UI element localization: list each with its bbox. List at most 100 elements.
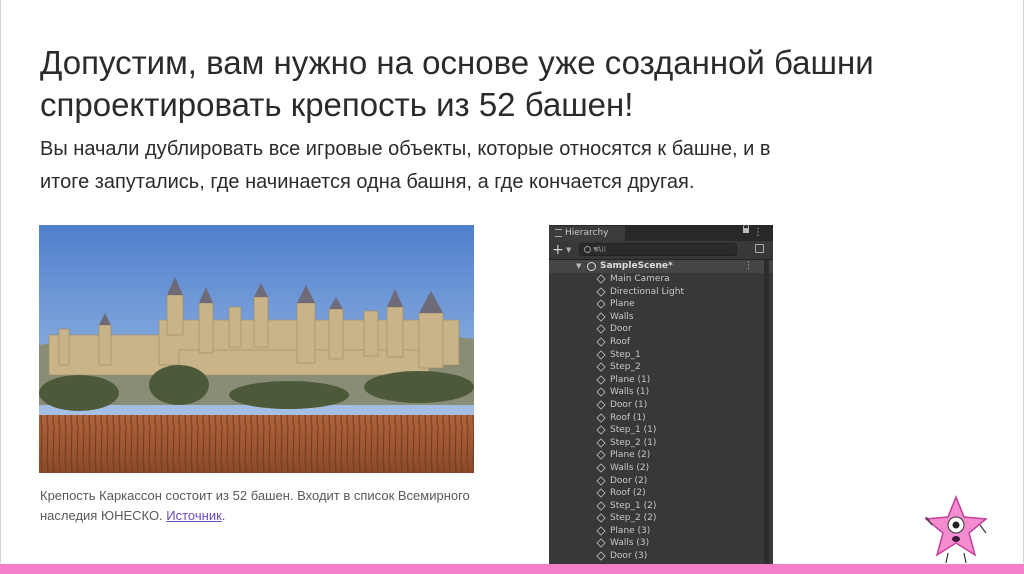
gameobject-cube-icon bbox=[596, 488, 606, 498]
hierarchy-item[interactable]: Step_2 (1) bbox=[549, 437, 773, 450]
fold-arrow-icon[interactable]: ▼ bbox=[576, 260, 581, 273]
gameobject-cube-icon bbox=[596, 299, 606, 309]
hierarchy-item[interactable]: Main Camera bbox=[549, 273, 773, 286]
hierarchy-item[interactable]: Step_1 (2) bbox=[549, 500, 773, 513]
hierarchy-item-label: Plane bbox=[610, 299, 635, 310]
slide-subtitle: Вы начали дублировать все игровые объект… bbox=[40, 138, 771, 193]
tab-hierarchy[interactable]: Hierarchy bbox=[549, 226, 625, 241]
bottom-accent-bar bbox=[0, 564, 1024, 574]
hierarchy-item-label: Step_2 (1) bbox=[610, 437, 657, 448]
hierarchy-item[interactable]: Step_1 bbox=[549, 349, 773, 362]
gameobject-cube-icon bbox=[596, 375, 606, 385]
caption-text: Крепость Каркассон состоит из 52 башен. … bbox=[40, 488, 470, 523]
hierarchy-item-label: Roof (1) bbox=[610, 412, 646, 423]
gameobject-cube-icon bbox=[596, 349, 606, 360]
search-input[interactable]: All bbox=[579, 243, 737, 256]
hierarchy-item[interactable]: Roof (1) bbox=[549, 412, 773, 425]
hierarchy-item-label: Walls bbox=[610, 311, 634, 322]
gameobject-cube-icon bbox=[596, 324, 606, 335]
hierarchy-item[interactable]: Roof (2) bbox=[549, 487, 773, 500]
hierarchy-item-label: Door (1) bbox=[610, 399, 648, 410]
chevron-down-icon[interactable]: ▼ bbox=[566, 244, 571, 256]
search-dropdown-icon[interactable]: ▼ bbox=[593, 246, 598, 254]
list-icon bbox=[555, 228, 562, 237]
star-mascot-icon bbox=[924, 495, 988, 564]
hierarchy-item[interactable]: Walls (1) bbox=[549, 386, 773, 399]
gameobject-cube-icon bbox=[596, 425, 606, 435]
hierarchy-item[interactable]: Step_2 (2) bbox=[549, 512, 773, 525]
gameobject-cube-icon bbox=[596, 501, 606, 511]
hierarchy-item-label: Plane (2) bbox=[610, 450, 651, 461]
hierarchy-item-label: Walls (3) bbox=[610, 538, 650, 549]
carcassonne-photo bbox=[39, 225, 474, 473]
scene-name: SampleScene* bbox=[600, 261, 673, 271]
hierarchy-item[interactable]: Plane bbox=[549, 298, 773, 311]
hierarchy-item[interactable]: Directional Light bbox=[549, 286, 773, 299]
scrollbar[interactable] bbox=[764, 260, 769, 574]
hierarchy-item-label: Walls (1) bbox=[610, 387, 650, 398]
gameobject-cube-icon bbox=[596, 286, 606, 297]
hierarchy-item-label: Main Camera bbox=[610, 274, 670, 284]
hierarchy-item-label: Step_1 bbox=[610, 349, 641, 360]
hierarchy-item[interactable]: Door (3) bbox=[549, 550, 773, 563]
hierarchy-item[interactable]: Roof bbox=[549, 336, 773, 349]
hierarchy-item-label: Walls (2) bbox=[610, 462, 650, 473]
hierarchy-item-label: Roof bbox=[610, 336, 631, 347]
kebab-menu-icon[interactable]: ⋮ bbox=[753, 226, 763, 240]
slide-border-left bbox=[0, 0, 1, 574]
scene-kebab-icon[interactable]: ⋮ bbox=[744, 260, 753, 273]
source-link[interactable]: Источник bbox=[166, 508, 222, 523]
hierarchy-item[interactable]: Walls (3) bbox=[549, 537, 773, 550]
gameobject-cube-icon bbox=[596, 438, 606, 448]
unity-scene-icon bbox=[587, 262, 596, 271]
hierarchy-item-label: Step_2 (2) bbox=[610, 513, 657, 524]
hierarchy-tab-bar: Hierarchy ⋮ bbox=[549, 225, 773, 241]
tab-hierarchy-label: Hierarchy bbox=[565, 228, 609, 238]
hierarchy-toolbar: + ▼ All ▼ bbox=[549, 241, 773, 260]
hierarchy-item[interactable]: Step_2 bbox=[549, 361, 773, 374]
gameobject-cube-icon bbox=[596, 337, 606, 347]
slide-title: Допустим, вам нужно на основе уже создан… bbox=[40, 44, 874, 123]
hierarchy-panel: Hierarchy ⋮ + ▼ All ▼ ▼ SampleScene* ⋮ M… bbox=[549, 225, 773, 574]
gameobject-cube-icon bbox=[596, 400, 606, 410]
hierarchy-item[interactable]: Door (2) bbox=[549, 475, 773, 488]
gameobject-cube-icon bbox=[596, 551, 606, 561]
add-button[interactable]: + bbox=[552, 242, 564, 258]
scene-row[interactable]: ▼ SampleScene* ⋮ bbox=[549, 260, 773, 273]
hierarchy-items: Main Camera Directional Light Plane Walls Do… bbox=[549, 273, 773, 574]
gameobject-cube-icon bbox=[596, 463, 606, 473]
caption-period: . bbox=[221, 508, 226, 523]
hierarchy-item-label: Roof (2) bbox=[610, 488, 646, 499]
gameobject-cube-icon bbox=[596, 475, 606, 486]
hierarchy-item[interactable]: Plane (2) bbox=[549, 449, 773, 462]
hierarchy-item[interactable]: Walls bbox=[549, 311, 773, 324]
photo-caption: Крепость Каркассон состоит из 52 башен. … bbox=[40, 486, 470, 526]
hierarchy-item[interactable]: Door (1) bbox=[549, 399, 773, 412]
gameobject-cube-icon bbox=[596, 538, 606, 549]
gameobject-cube-icon bbox=[596, 312, 606, 322]
gameobject-cube-icon bbox=[596, 412, 606, 423]
gameobject-cube-icon bbox=[596, 387, 606, 397]
hierarchy-item[interactable]: Door bbox=[549, 323, 773, 336]
hierarchy-item-label: Plane (3) bbox=[610, 525, 651, 536]
filter-icon[interactable] bbox=[755, 244, 764, 253]
gameobject-cube-icon bbox=[596, 362, 606, 372]
hierarchy-item[interactable]: Walls (2) bbox=[549, 462, 773, 475]
gameobject-cube-icon bbox=[596, 526, 606, 536]
hierarchy-item-label: Step_1 (1) bbox=[610, 425, 657, 436]
hierarchy-item[interactable]: Plane (3) bbox=[549, 525, 773, 538]
gameobject-cube-icon bbox=[596, 513, 606, 523]
hierarchy-item-label: Directional Light bbox=[610, 286, 684, 297]
gameobject-cube-icon bbox=[596, 274, 606, 284]
lock-icon[interactable] bbox=[743, 225, 749, 233]
hierarchy-item-label: Door (2) bbox=[610, 475, 648, 486]
gameobject-cube-icon bbox=[596, 450, 606, 460]
hierarchy-item-label: Step_2 bbox=[610, 362, 641, 373]
hierarchy-item[interactable]: Step_1 (1) bbox=[549, 424, 773, 437]
hierarchy-item-label: Door bbox=[610, 324, 632, 335]
hierarchy-item[interactable]: Plane (1) bbox=[549, 374, 773, 387]
hierarchy-item-label: Step_1 (2) bbox=[610, 500, 657, 511]
hierarchy-item-label: Plane (1) bbox=[610, 374, 651, 385]
search-icon bbox=[584, 246, 591, 253]
hierarchy-item-label: Door (3) bbox=[610, 551, 648, 562]
